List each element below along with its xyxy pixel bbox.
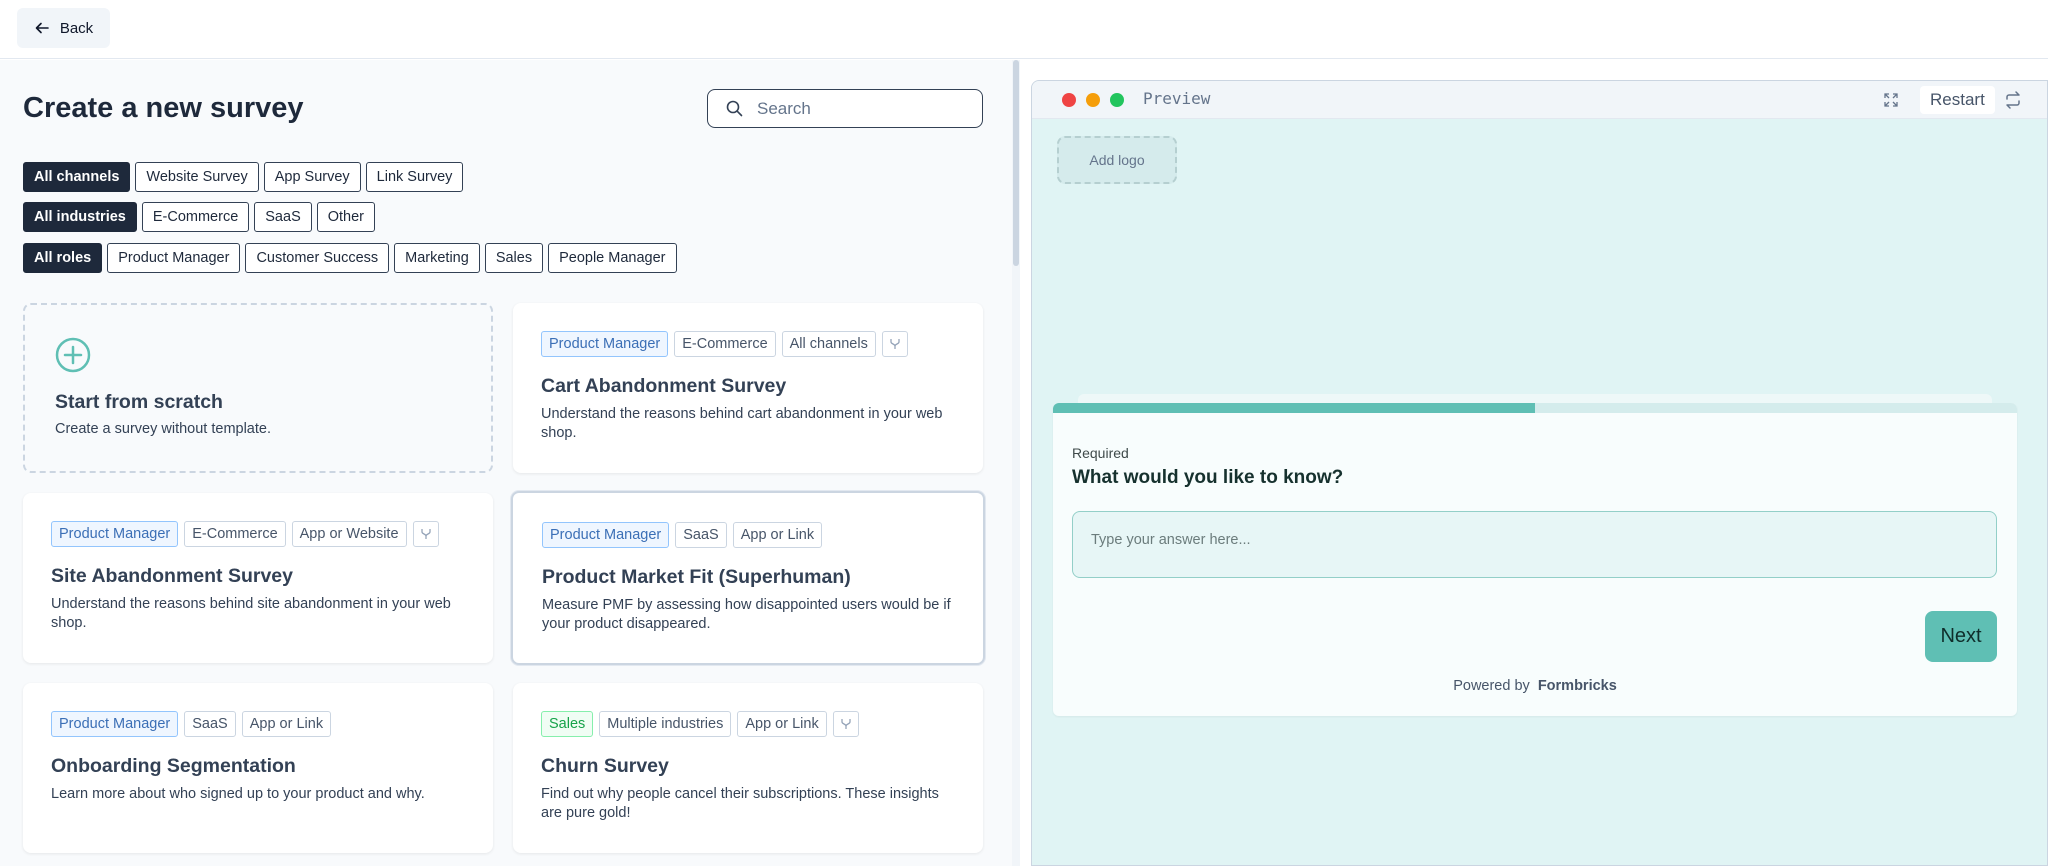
card-description: Find out why people cancel their subscri… (541, 786, 939, 821)
tag-list: Product Manager E-Commerce App or Websit… (51, 521, 439, 547)
role-tag: Product Manager (51, 521, 179, 547)
search-box[interactable] (707, 89, 983, 128)
page-title: Create a new survey (23, 92, 304, 124)
card-title: Start from scratch (55, 391, 223, 413)
card-description: Understand the reasons behind cart aband… (541, 406, 943, 441)
powered-by-prefix: Powered by (1453, 678, 1530, 694)
channel-filters: All channels Website Survey App Survey L… (23, 162, 464, 192)
template-card-site-abandonment[interactable]: Product Manager E-Commerce App or Websit… (23, 493, 493, 663)
branching-icon (412, 521, 439, 547)
filter-product-manager[interactable]: Product Manager (107, 243, 241, 273)
next-button[interactable]: Next (1925, 611, 1997, 662)
tag-list: Sales Multiple industries App or Link (541, 711, 859, 737)
filter-saas[interactable]: SaaS (254, 202, 312, 232)
role-tag: Product Manager (51, 711, 179, 737)
window-close-dot (1062, 93, 1076, 107)
filter-all-industries[interactable]: All industries (23, 202, 137, 232)
industry-tag: SaaS (675, 522, 727, 548)
restart-button[interactable]: Restart (1920, 86, 1995, 114)
search-icon (726, 100, 743, 117)
filter-sales[interactable]: Sales (484, 243, 544, 273)
top-bar: Back (0, 0, 2048, 59)
filter-people-manager[interactable]: People Manager (548, 243, 677, 273)
powered-by-brand: Formbricks (1537, 678, 1617, 694)
search-input[interactable] (757, 98, 957, 119)
branching-icon (881, 331, 908, 357)
filter-app-survey[interactable]: App Survey (263, 162, 361, 192)
filter-other[interactable]: Other (316, 202, 376, 232)
channel-tag: App or Link (737, 711, 827, 737)
window-minimize-dot (1086, 93, 1100, 107)
industry-tag: Multiple industries (599, 711, 732, 737)
tag-list: Product Manager SaaS App or Link (542, 522, 823, 548)
filter-marketing[interactable]: Marketing (394, 243, 480, 273)
template-card-product-market-fit[interactable]: Product Manager SaaS App or Link Product… (511, 491, 985, 665)
card-description: Measure PMF by assessing how disappointe… (542, 597, 951, 632)
expand-icon[interactable] (1883, 92, 1899, 108)
restart-icon[interactable] (2003, 90, 2023, 110)
template-card-onboarding-segmentation[interactable]: Product Manager SaaS App or Link Onboard… (23, 683, 493, 853)
answer-input[interactable] (1072, 511, 1997, 578)
add-logo-button[interactable]: Add logo (1057, 136, 1177, 184)
role-tag: Sales (541, 711, 594, 737)
preview-header: Preview Restart (1032, 81, 2047, 119)
preview-window: Preview Restart Add logo Required What w… (1031, 80, 2048, 866)
industry-tag: E-Commerce (674, 331, 776, 357)
back-button[interactable]: Back (17, 8, 110, 48)
template-card-churn-survey[interactable]: Sales Multiple industries App or Link Ch… (513, 683, 983, 853)
filter-link-survey[interactable]: Link Survey (365, 162, 464, 192)
scrollbar[interactable] (1012, 60, 1020, 866)
template-panel: Create a new survey All channels Website… (0, 60, 1012, 866)
filter-all-channels[interactable]: All channels (23, 162, 131, 192)
card-description: Learn more about who signed up to your p… (51, 786, 425, 802)
industry-tag: SaaS (184, 711, 236, 737)
filter-e-commerce[interactable]: E-Commerce (141, 202, 250, 232)
window-maximize-dot (1110, 93, 1124, 107)
preview-panel: Preview Restart Add logo Required What w… (1020, 60, 2048, 866)
card-description: Understand the reasons behind site aband… (51, 596, 451, 631)
filter-all-roles[interactable]: All roles (23, 243, 103, 273)
card-title: Onboarding Segmentation (51, 755, 296, 777)
role-filters: All roles Product Manager Customer Succe… (23, 243, 677, 273)
arrow-left-icon (35, 22, 49, 34)
plus-circle-icon (55, 337, 91, 373)
channel-tag: All channels (781, 331, 876, 357)
role-tag: Product Manager (542, 522, 670, 548)
filter-customer-success[interactable]: Customer Success (245, 243, 390, 273)
back-label: Back (59, 19, 94, 37)
progress-fill (1053, 403, 1535, 413)
progress-bar (1053, 403, 2017, 413)
question-headline: What would you like to know? (1072, 467, 1344, 488)
industry-tag: E-Commerce (184, 521, 286, 547)
scrollbar-thumb[interactable] (1013, 60, 1019, 266)
card-title: Product Market Fit (Superhuman) (542, 566, 851, 588)
channel-tag: App or Website (291, 521, 407, 547)
branching-icon (832, 711, 859, 737)
card-description: Create a survey without template. (55, 421, 271, 437)
required-label: Required (1072, 445, 1129, 461)
tag-list: Product Manager SaaS App or Link (51, 711, 332, 737)
role-tag: Product Manager (541, 331, 669, 357)
channel-tag: App or Link (732, 522, 823, 548)
survey-card: Required What would you like to know? Ne… (1053, 403, 2017, 716)
powered-by[interactable]: Powered by Formbricks (1053, 678, 2017, 694)
industry-filters: All industries E-Commerce SaaS Other (23, 202, 376, 232)
template-card-cart-abandonment[interactable]: Product Manager E-Commerce All channels … (513, 303, 983, 473)
card-title: Cart Abandonment Survey (541, 375, 787, 397)
filter-website-survey[interactable]: Website Survey (135, 162, 259, 192)
preview-label: Preview (1143, 89, 1211, 108)
tag-list: Product Manager E-Commerce All channels (541, 331, 908, 357)
channel-tag: App or Link (241, 711, 332, 737)
start-from-scratch-card[interactable]: Start from scratch Create a survey witho… (23, 303, 493, 473)
card-title: Site Abandonment Survey (51, 565, 293, 587)
card-title: Churn Survey (541, 755, 669, 777)
